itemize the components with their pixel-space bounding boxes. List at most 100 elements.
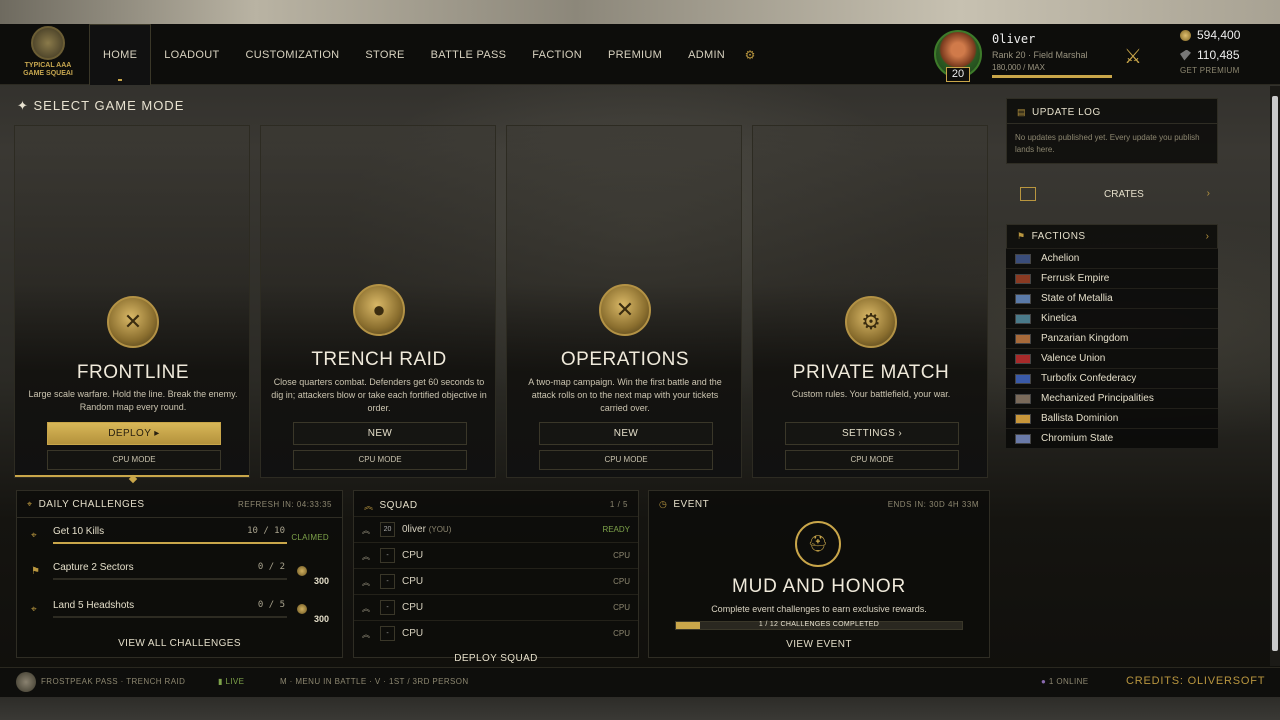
mode-card-operations[interactable]: ✕ OPERATIONS A two-map campaign. Win the… — [506, 125, 742, 478]
faction-item[interactable]: Achelion — [1006, 248, 1218, 268]
challenge-progress: 10 / 10 — [247, 526, 285, 536]
get-premium-link[interactable]: GET PREMIUM — [1180, 66, 1240, 75]
game-logo[interactable]: TYPICAL AAA GAME SQUEAI — [16, 26, 80, 83]
view-event-link[interactable]: VIEW EVENT — [649, 639, 989, 650]
faction-flag-icon — [1015, 294, 1031, 304]
crates-button[interactable]: CRATES › — [1006, 180, 1218, 210]
mode-card-private-match[interactable]: ⚙ PRIVATE MATCH Custom rules. Your battl… — [752, 125, 988, 478]
update-log-panel: ▤ UPDATE LOG No updates published yet. Ev… — [1006, 98, 1218, 164]
faction-item[interactable]: State of Metallia — [1006, 288, 1218, 308]
mode-description: Close quarters combat. Defenders get 60 … — [271, 377, 487, 413]
rank-chevron-icon: ︽ — [362, 552, 370, 561]
player-profile[interactable]: 20 0liver Rank 20 · Field Marshal 180,00… — [934, 30, 1114, 82]
faction-name: Ferrusk Empire — [1041, 273, 1110, 284]
cpu-mode-button[interactable]: CPU MODE — [785, 450, 959, 470]
member-status: CPU — [613, 551, 630, 560]
faction-item[interactable]: Panzarian Kingdom — [1006, 328, 1218, 348]
squad-member-row[interactable]: ︽ - CPU CPU — [354, 594, 638, 620]
cpu-mode-button[interactable]: CPU MODE — [293, 450, 467, 470]
player-xp: 180,000 / MAX — [992, 63, 1045, 72]
nav-battle-pass[interactable]: BATTLE PASS — [418, 24, 520, 85]
faction-name: Kinetica — [1041, 313, 1077, 324]
mode-title: TRENCH RAID — [311, 349, 447, 370]
member-status: CPU — [613, 629, 630, 638]
member-status: READY — [602, 525, 630, 534]
faction-item[interactable]: Ferrusk Empire — [1006, 268, 1218, 288]
panel-title: ⚑ FACTIONS — [1017, 231, 1086, 242]
faction-name: Turbofix Confederacy — [1041, 373, 1137, 384]
main-nav: HOME LOADOUT CUSTOMIZATION STORE BATTLE … — [89, 24, 762, 85]
online-count: ● 1 ONLINE — [1041, 677, 1089, 686]
crates-label: CRATES — [1104, 189, 1144, 200]
credits-text: CREDITS: OLIVERSOFT — [1126, 675, 1266, 687]
mode-title: PRIVATE MATCH — [792, 362, 950, 383]
faction-item[interactable]: Valence Union — [1006, 348, 1218, 368]
squad-member-row[interactable]: ︽ - CPU CPU — [354, 620, 638, 646]
faction-item[interactable]: Chromium State — [1006, 428, 1218, 448]
chevron-right-icon: › — [1206, 188, 1210, 199]
claimed-badge: CLAIMED — [291, 533, 329, 542]
view-all-challenges-link[interactable]: VIEW ALL CHALLENGES — [17, 638, 342, 649]
member-name: CPU — [402, 628, 424, 639]
player-rank: Rank 20 · Field Marshal — [992, 50, 1088, 60]
deploy-button[interactable]: DEPLOY ▸ — [47, 422, 221, 445]
nav-admin[interactable]: ADMIN — [675, 24, 738, 85]
nav-home[interactable]: HOME — [89, 24, 152, 85]
reward-coin-icon — [297, 566, 307, 576]
player-name: 0liver — [992, 32, 1036, 46]
cpu-mode-button[interactable]: CPU MODE — [539, 450, 713, 470]
mode-card-trench-raid[interactable]: ● TRENCH RAID Close quarters combat. Def… — [260, 125, 496, 478]
logo-text: TYPICAL AAA GAME SQUEAI — [23, 62, 73, 77]
mode-card-frontline[interactable]: ✕ FRONTLINE Large scale warfare. Hold th… — [14, 125, 250, 478]
panel-title: ◷ EVENT — [659, 499, 710, 510]
squad-member-row[interactable]: ︽ - CPU CPU — [354, 568, 638, 594]
crate-icon — [1020, 187, 1036, 201]
xp-progress-bar — [992, 75, 1112, 78]
flag-icon: ⚑ — [31, 566, 40, 577]
nav-faction[interactable]: FACTION — [519, 24, 595, 85]
event-panel: ◷ EVENT ENDS IN: 30D 4H 33M ⛑ MUD AND HON… — [648, 490, 990, 658]
crossed-swords-icon[interactable]: ⚔ — [1124, 44, 1142, 69]
faction-flag-icon — [1015, 334, 1031, 344]
nav-customization[interactable]: CUSTOMIZATION — [232, 24, 352, 85]
scrollbar-thumb[interactable] — [1272, 96, 1278, 651]
faction-flag-icon — [1015, 374, 1031, 384]
challenge-row[interactable]: ⌖ Get 10 Kills 10 / 10 CLAIMED — [17, 522, 335, 558]
nav-loadout[interactable]: LOADOUT — [151, 24, 232, 85]
daily-challenges-panel: ⌖ DAILY CHALLENGES REFRESH IN: 04:33:35 ⌖… — [16, 490, 343, 658]
faction-item[interactable]: Ballista Dominion — [1006, 408, 1218, 428]
challenge-progress: 0 / 2 — [257, 562, 285, 572]
challenge-row[interactable]: ⚑ Capture 2 Sectors 0 / 2 300 — [17, 558, 335, 594]
new-button[interactable]: NEW — [539, 422, 713, 445]
faction-item[interactable]: Turbofix Confederacy — [1006, 368, 1218, 388]
member-name: CPU — [402, 576, 424, 587]
nav-premium[interactable]: PREMIUM — [595, 24, 675, 85]
faction-name: Ballista Dominion — [1041, 413, 1119, 424]
squad-member-row[interactable]: ︽ - CPU CPU — [354, 542, 638, 568]
faction-flag-icon — [1015, 314, 1031, 324]
mode-title: FRONTLINE — [76, 362, 190, 383]
faction-item[interactable]: Mechanized Principalities — [1006, 388, 1218, 408]
challenge-progress: 0 / 5 — [257, 600, 285, 610]
cpu-mode-button[interactable]: CPU MODE — [47, 450, 221, 470]
lock-gear-icon: ⚙ — [845, 296, 897, 348]
faction-name: Chromium State — [1041, 433, 1114, 444]
nav-store[interactable]: STORE — [352, 24, 417, 85]
map-icon — [16, 672, 36, 692]
new-button[interactable]: NEW — [293, 422, 467, 445]
helmet-icon: ⛑ — [795, 521, 841, 567]
faction-name: Valence Union — [1041, 353, 1106, 364]
event-timer: ENDS IN: 30D 4H 33M — [887, 500, 979, 509]
squad-member-row[interactable]: ︽ 20 0liver (YOU) READY — [354, 516, 638, 542]
factions-header[interactable]: ⚑ FACTIONS › — [1006, 224, 1218, 248]
deploy-squad-button[interactable]: DEPLOY SQUAD — [354, 653, 638, 664]
rank-chevron-icon: ︽ — [362, 604, 370, 613]
faction-flag-icon — [1015, 274, 1031, 284]
settings-button[interactable]: SETTINGS › — [785, 422, 959, 445]
gear-icon[interactable]: ⚙ — [738, 24, 762, 85]
challenge-progress-bar — [53, 578, 287, 580]
premium-balance: 110,485 — [1180, 48, 1240, 62]
challenge-row[interactable]: ⌖ Land 5 Headshots 0 / 5 300 — [17, 596, 335, 632]
ground-strip — [0, 697, 1280, 720]
faction-item[interactable]: Kinetica — [1006, 308, 1218, 328]
